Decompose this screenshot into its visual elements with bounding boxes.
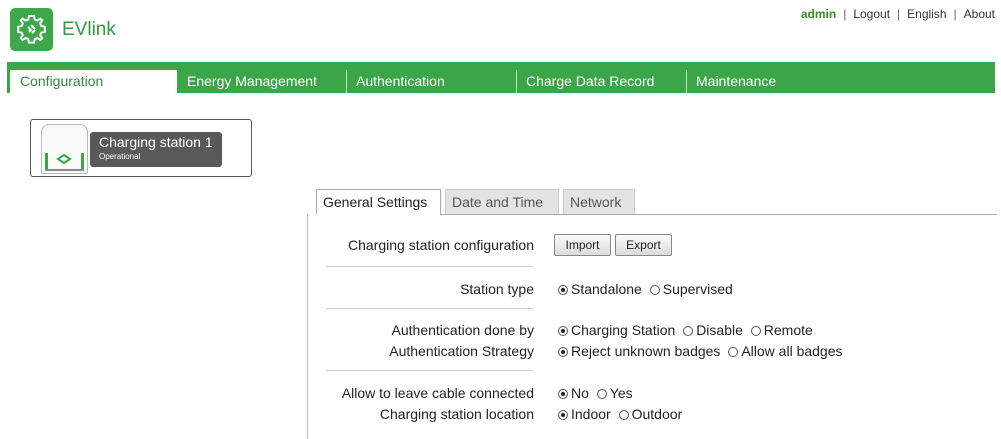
subtab-divider <box>440 214 997 215</box>
station-status: Operational <box>99 152 141 161</box>
radio-allow-all-badges[interactable]: Allow all badges <box>724 343 843 359</box>
radio-unchecked-icon <box>683 326 694 336</box>
radio-outdoor[interactable]: Outdoor <box>615 406 682 422</box>
tab-configuration[interactable]: Configuration <box>10 70 177 95</box>
leave-cable-label: Allow to leave cable connected <box>341 385 534 401</box>
app-logo <box>10 8 53 51</box>
location-options: Indoor Outdoor <box>554 406 682 422</box>
station-card[interactable]: Charging station 1 Operational <box>30 119 252 177</box>
radio-unchecked-icon <box>750 326 761 336</box>
subtab-network[interactable]: Network <box>563 189 635 214</box>
gear-icon <box>17 15 46 44</box>
export-button[interactable]: Export <box>615 234 672 256</box>
auth-done-by-label: Authentication done by <box>391 322 534 338</box>
tab-maintenance[interactable]: Maintenance <box>686 70 790 93</box>
auth-strategy-label: Authentication Strategy <box>389 343 534 359</box>
user-link[interactable]: admin <box>801 7 836 21</box>
radio-checked-icon <box>558 347 568 357</box>
radio-checked-icon <box>558 285 568 295</box>
radio-unchecked-icon <box>618 410 629 420</box>
tab-authentication[interactable]: Authentication <box>346 70 516 93</box>
radio-checked-icon <box>558 326 568 336</box>
row-divider <box>326 308 534 309</box>
subtab-date-and-time[interactable]: Date and Time <box>445 189 559 214</box>
config-label: Charging station configuration <box>347 237 534 253</box>
radio-yes[interactable]: Yes <box>593 385 633 401</box>
language-link[interactable]: English <box>907 7 946 21</box>
subtab-general-settings[interactable]: General Settings <box>316 189 441 214</box>
top-navigation: admin | Logout | English | About <box>800 7 995 21</box>
charging-station-icon <box>41 124 88 174</box>
radio-remote[interactable]: Remote <box>747 322 813 338</box>
auth-strategy-options: Reject unknown badges Allow all badges <box>554 343 843 359</box>
tab-energy-management[interactable]: Energy Management <box>177 70 346 93</box>
radio-unchecked-icon <box>649 285 660 295</box>
location-label: Charging station location <box>379 406 534 422</box>
radio-no[interactable]: No <box>554 385 589 401</box>
station-type-options: Standalone Supervised <box>554 281 733 297</box>
import-button[interactable]: Import <box>554 234 611 256</box>
about-link[interactable]: About <box>964 7 995 21</box>
radio-indoor[interactable]: Indoor <box>554 406 611 422</box>
radio-unchecked-icon <box>596 389 607 399</box>
logout-link[interactable]: Logout <box>853 7 890 21</box>
radio-disable[interactable]: Disable <box>679 322 743 338</box>
radio-checked-icon <box>558 389 568 399</box>
station-label: Charging station 1 Operational <box>90 132 222 167</box>
station-type-label: Station type <box>460 281 534 297</box>
radio-reject-unknown-badges[interactable]: Reject unknown badges <box>554 343 720 359</box>
row-divider <box>326 370 534 371</box>
row-divider <box>326 266 534 267</box>
leave-cable-options: No Yes <box>554 385 633 401</box>
tab-charge-data-record[interactable]: Charge Data Record <box>516 70 686 93</box>
radio-standalone[interactable]: Standalone <box>554 281 642 297</box>
auth-done-by-options: Charging Station Disable Remote <box>554 322 813 338</box>
radio-supervised[interactable]: Supervised <box>646 281 733 297</box>
app-name: EVlink <box>62 19 116 40</box>
panel-left-border <box>307 214 308 439</box>
main-tab-bar: Configuration Energy Management Authenti… <box>7 62 995 95</box>
station-name: Charging station 1 <box>99 134 213 150</box>
radio-checked-icon <box>558 410 568 420</box>
radio-charging-station[interactable]: Charging Station <box>554 322 675 338</box>
radio-unchecked-icon <box>728 347 739 357</box>
